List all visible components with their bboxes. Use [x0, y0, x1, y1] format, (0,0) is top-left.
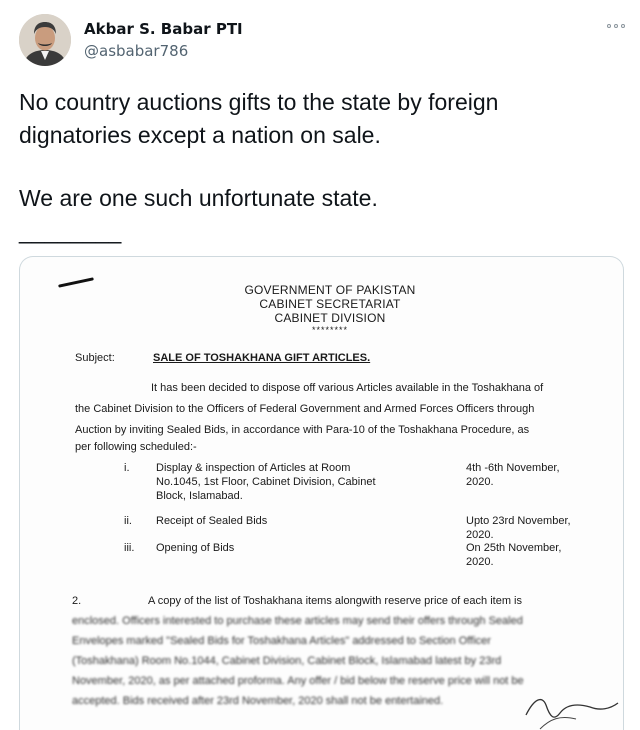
schedule-item-date: 2020.: [466, 529, 494, 541]
schedule-item-text: Opening of Bids: [156, 542, 235, 554]
doc-paragraph-line: the Cabinet Division to the Officers of …: [75, 403, 535, 415]
doc-paragraph-line: Envelopes marked "Sealed Bids for Toshak…: [72, 635, 491, 647]
doc-paragraph-line: per following scheduled:-: [75, 441, 197, 453]
schedule-item-date: On 25th November,: [466, 542, 562, 554]
avatar-photo: [19, 14, 71, 66]
paragraph-number: 2.: [72, 595, 82, 607]
schedule-item-date: 2020.: [466, 556, 494, 568]
schedule-item-date: 2020.: [466, 476, 494, 488]
doc-header-line: CABINET SECRETARIAT: [259, 297, 401, 311]
author-handle[interactable]: @asbabar786: [84, 42, 188, 60]
schedule-item-date: Upto 23rd November,: [466, 515, 571, 527]
doc-header-stars: ********: [311, 325, 349, 335]
document-scan: GOVERNMENT OF PAKISTAN CABINET SECRETARI…: [20, 257, 623, 730]
doc-paragraph-line: A copy of the list of Toshakhana items a…: [148, 595, 522, 607]
subject-label: Subject:: [75, 352, 115, 364]
schedule-item-number: iii.: [124, 542, 135, 554]
tweet-text-line: dignatories except a nation on sale.: [19, 122, 381, 148]
author-name[interactable]: Akbar S. Babar PTI: [84, 20, 243, 38]
signature-scribble: [525, 698, 619, 730]
dot-icon: [621, 24, 625, 28]
dot-icon: [614, 24, 618, 28]
tweet-media-image[interactable]: GOVERNMENT OF PAKISTAN CABINET SECRETARI…: [19, 256, 624, 730]
schedule-item-text: No.1045, 1st Floor, Cabinet Division, Ca…: [156, 476, 376, 488]
tweet-text-line: ________: [19, 218, 122, 244]
tweet-card: Akbar S. Babar PTI @asbabar786 No countr…: [0, 0, 640, 730]
doc-header-line: CABINET DIVISION: [274, 311, 386, 325]
more-options-icon[interactable]: [607, 24, 629, 32]
schedule-item-text: Display & inspection of Articles at Room: [156, 462, 351, 474]
schedule-item-text: Block, Islamabad.: [156, 490, 243, 502]
tweet-text-line: No country auctions gifts to the state b…: [19, 89, 499, 115]
doc-paragraph-line: accepted. Bids received after 23rd Novem…: [72, 695, 444, 707]
pen-mark: [58, 277, 94, 288]
subject-title: SALE OF TOSHAKHANA GIFT ARTICLES.: [153, 352, 371, 364]
schedule-item-number: i.: [124, 462, 130, 474]
schedule-item-number: ii.: [124, 515, 132, 527]
doc-paragraph-line: Auction by inviting Sealed Bids, in acco…: [75, 424, 530, 436]
doc-header-line: GOVERNMENT OF PAKISTAN: [244, 283, 416, 297]
dot-icon: [607, 24, 611, 28]
avatar[interactable]: [19, 14, 71, 66]
doc-paragraph-line: (Toshakhana) Room No.1044, Cabinet Divis…: [72, 655, 502, 667]
schedule-item-date: 4th -6th November,: [466, 462, 560, 474]
doc-paragraph-line: November, 2020, as per attached proforma…: [72, 675, 524, 687]
tweet-text-line: We are one such unfortunate state.: [19, 185, 378, 211]
doc-paragraph-line: It has been decided to dispose off vario…: [151, 382, 544, 394]
doc-paragraph-line: enclosed. Officers interested to purchas…: [72, 615, 523, 627]
schedule-item-text: Receipt of Sealed Bids: [156, 515, 268, 527]
